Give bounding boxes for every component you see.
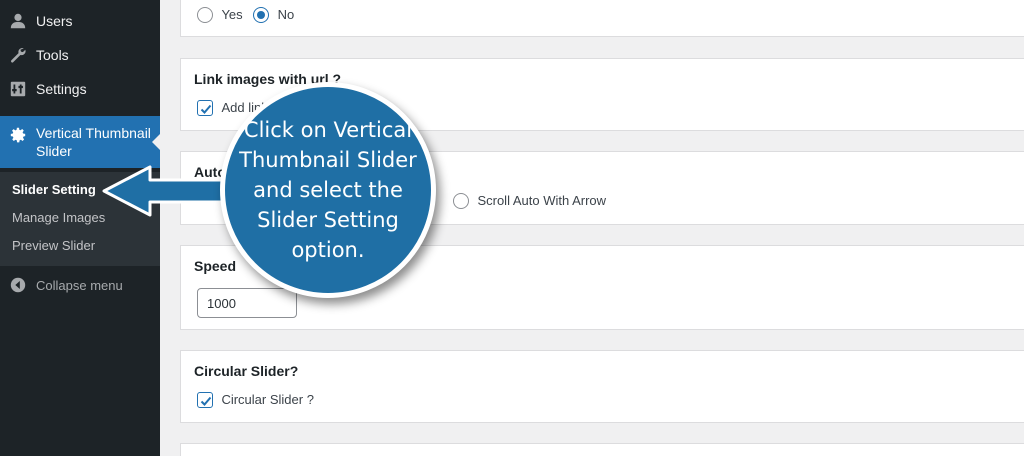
sidebar-item-label: Users: [36, 13, 73, 29]
panel-next: [180, 443, 1024, 456]
admin-sidebar: Users Tools Settings Vertical Thumbnail …: [0, 0, 160, 456]
speed-input[interactable]: [197, 288, 297, 318]
panel-yes-no: Yes No: [180, 0, 1024, 37]
sidebar-item-label: Tools: [36, 47, 69, 63]
submenu-item-preview-slider[interactable]: Preview Slider: [12, 238, 95, 253]
sidebar-item-vertical-thumbnail-slider[interactable]: Vertical Thumbnail Slider: [0, 116, 160, 168]
circular-slider-checkbox[interactable]: [197, 391, 213, 408]
collapse-menu-label: Collapse menu: [36, 277, 123, 293]
yes-radio[interactable]: [197, 6, 213, 23]
yes-label: Yes: [221, 7, 243, 23]
circular-slider-title: Circular Slider?: [194, 363, 299, 379]
callout-text: Click on Vertical Thumbnail Slider and s…: [239, 118, 417, 262]
callout-bubble: Click on Vertical Thumbnail Slider and s…: [220, 82, 436, 298]
collapse-menu-button[interactable]: Collapse menu: [0, 276, 160, 294]
sidebar-item-tools[interactable]: Tools: [0, 40, 160, 70]
circular-slider-row: Circular Slider ?: [197, 391, 314, 409]
add-link-checkbox[interactable]: [197, 99, 213, 116]
submenu-item-slider-setting[interactable]: Slider Setting: [12, 182, 96, 197]
yes-no-radio-group: Yes No: [197, 6, 294, 24]
panel-circular-slider: Circular Slider? Circular Slider ?: [180, 350, 1024, 423]
speed-title: Speed: [194, 258, 237, 274]
no-radio[interactable]: [253, 6, 270, 23]
wrench-icon: [0, 46, 36, 64]
circular-slider-label: Circular Slider ?: [221, 392, 314, 408]
gear-icon: [0, 116, 36, 144]
no-label: No: [277, 7, 295, 23]
submenu-item-manage-images[interactable]: Manage Images: [12, 210, 105, 225]
sidebar-item-users[interactable]: Users: [0, 6, 160, 36]
settings-sliders-icon: [0, 80, 36, 98]
scroll-auto-arrow-row: Scroll Auto With Arrow: [453, 192, 606, 210]
scroll-auto-arrow-radio[interactable]: [453, 192, 469, 209]
user-icon: [0, 12, 36, 30]
sidebar-item-label: Vertical Thumbnail Slider: [36, 125, 151, 159]
sidebar-item-label: Settings: [36, 81, 87, 97]
collapse-arrow-icon: [0, 276, 36, 294]
scroll-auto-arrow-label: Scroll Auto With Arrow: [477, 193, 607, 209]
sidebar-item-settings[interactable]: Settings: [0, 74, 160, 104]
